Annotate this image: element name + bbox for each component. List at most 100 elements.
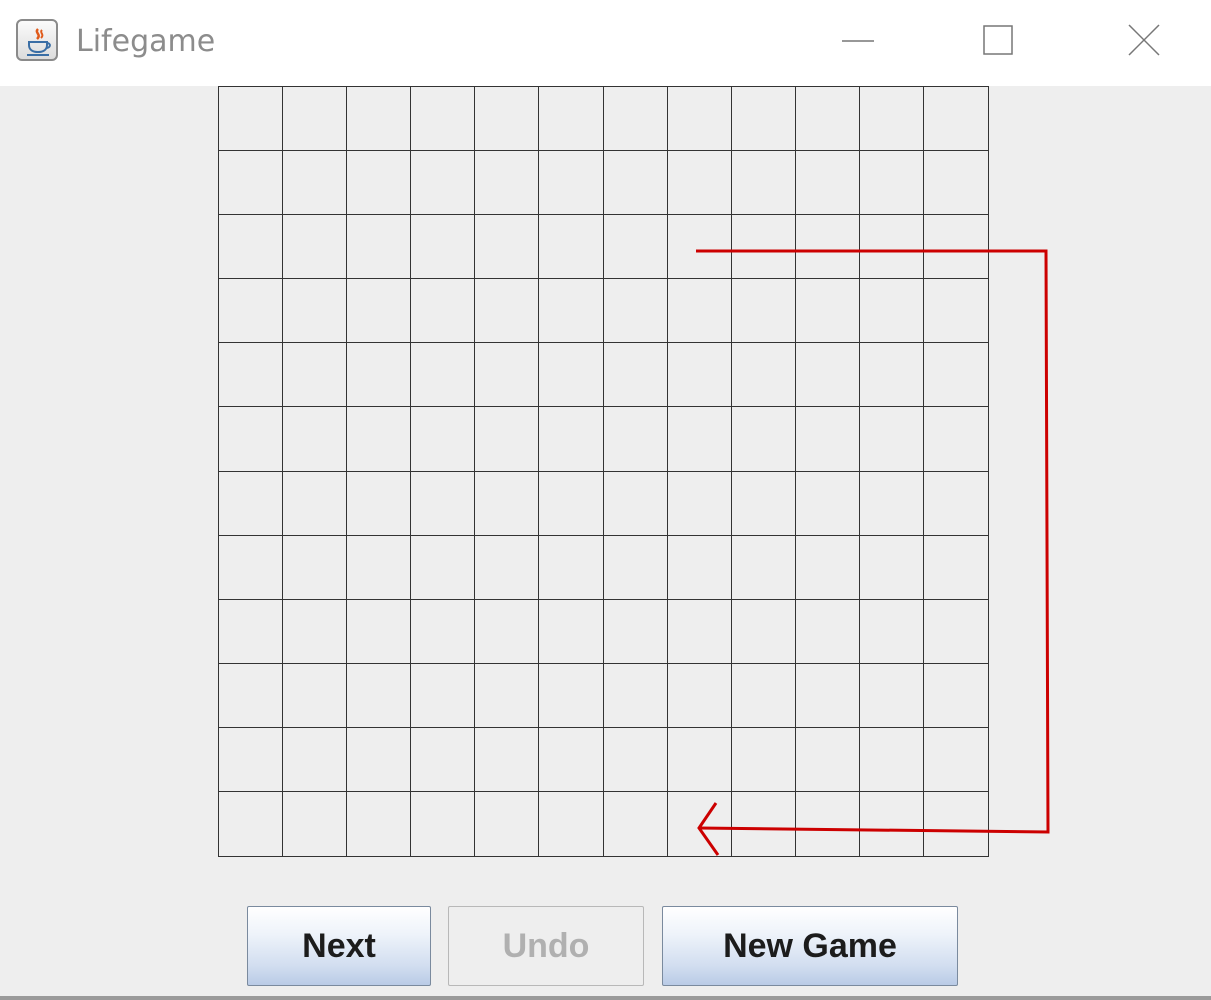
grid-cell[interactable] bbox=[219, 663, 284, 728]
grid-cell[interactable] bbox=[731, 471, 796, 536]
grid-cell[interactable] bbox=[219, 87, 284, 152]
grid-cell[interactable] bbox=[347, 279, 412, 344]
grid-cell[interactable] bbox=[283, 535, 348, 600]
grid-cell[interactable] bbox=[603, 407, 668, 472]
grid-cell[interactable] bbox=[411, 663, 476, 728]
grid-cell[interactable] bbox=[603, 471, 668, 536]
grid-cell[interactable] bbox=[283, 663, 348, 728]
grid-cell[interactable] bbox=[667, 727, 732, 792]
grid-cell[interactable] bbox=[603, 279, 668, 344]
grid-cell[interactable] bbox=[475, 791, 540, 856]
grid-cell[interactable] bbox=[411, 599, 476, 664]
life-grid[interactable] bbox=[218, 86, 989, 857]
grid-cell[interactable] bbox=[539, 343, 604, 408]
grid-cell[interactable] bbox=[859, 599, 924, 664]
grid-cell[interactable] bbox=[283, 407, 348, 472]
grid-cell[interactable] bbox=[475, 727, 540, 792]
grid-cell[interactable] bbox=[347, 791, 412, 856]
grid-cell[interactable] bbox=[731, 599, 796, 664]
grid-cell[interactable] bbox=[539, 599, 604, 664]
grid-cell[interactable] bbox=[731, 791, 796, 856]
grid-cell[interactable] bbox=[347, 87, 412, 152]
grid-cell[interactable] bbox=[859, 791, 924, 856]
grid-cell[interactable] bbox=[539, 407, 604, 472]
grid-cell[interactable] bbox=[795, 727, 860, 792]
grid-cell[interactable] bbox=[731, 535, 796, 600]
grid-cell[interactable] bbox=[667, 791, 732, 856]
next-button[interactable]: Next bbox=[247, 906, 431, 986]
grid-cell[interactable] bbox=[219, 471, 284, 536]
grid-cell[interactable] bbox=[219, 727, 284, 792]
grid-cell[interactable] bbox=[411, 215, 476, 280]
grid-cell[interactable] bbox=[731, 87, 796, 152]
grid-cell[interactable] bbox=[667, 663, 732, 728]
grid-cell[interactable] bbox=[667, 407, 732, 472]
grid-cell[interactable] bbox=[859, 215, 924, 280]
grid-cell[interactable] bbox=[347, 343, 412, 408]
grid-cell[interactable] bbox=[795, 663, 860, 728]
grid-cell[interactable] bbox=[347, 471, 412, 536]
grid-cell[interactable] bbox=[603, 87, 668, 152]
close-icon[interactable] bbox=[1121, 20, 1165, 64]
grid-cell[interactable] bbox=[539, 471, 604, 536]
grid-cell[interactable] bbox=[411, 471, 476, 536]
grid-cell[interactable] bbox=[667, 215, 732, 280]
grid-cell[interactable] bbox=[219, 599, 284, 664]
new-game-button[interactable]: New Game bbox=[662, 906, 958, 986]
grid-cell[interactable] bbox=[859, 407, 924, 472]
grid-cell[interactable] bbox=[667, 471, 732, 536]
grid-cell[interactable] bbox=[283, 343, 348, 408]
grid-cell[interactable] bbox=[411, 343, 476, 408]
grid-cell[interactable] bbox=[539, 279, 604, 344]
grid-cell[interactable] bbox=[923, 407, 988, 472]
grid-cell[interactable] bbox=[859, 343, 924, 408]
grid-cell[interactable] bbox=[283, 727, 348, 792]
grid-cell[interactable] bbox=[411, 279, 476, 344]
grid-cell[interactable] bbox=[923, 791, 988, 856]
grid-cell[interactable] bbox=[539, 87, 604, 152]
grid-cell[interactable] bbox=[411, 151, 476, 216]
grid-cell[interactable] bbox=[795, 407, 860, 472]
grid-cell[interactable] bbox=[347, 663, 412, 728]
grid-cell[interactable] bbox=[347, 599, 412, 664]
maximize-icon[interactable] bbox=[976, 20, 1020, 64]
grid-cell[interactable] bbox=[795, 87, 860, 152]
grid-cell[interactable] bbox=[475, 215, 540, 280]
minimize-icon[interactable] bbox=[842, 20, 886, 64]
grid-cell[interactable] bbox=[795, 471, 860, 536]
grid-cell[interactable] bbox=[731, 407, 796, 472]
grid-cell[interactable] bbox=[859, 151, 924, 216]
grid-cell[interactable] bbox=[347, 535, 412, 600]
grid-cell[interactable] bbox=[539, 663, 604, 728]
grid-cell[interactable] bbox=[283, 471, 348, 536]
grid-cell[interactable] bbox=[475, 535, 540, 600]
grid-cell[interactable] bbox=[283, 215, 348, 280]
grid-cell[interactable] bbox=[603, 535, 668, 600]
grid-cell[interactable] bbox=[603, 151, 668, 216]
grid-cell[interactable] bbox=[283, 599, 348, 664]
grid-cell[interactable] bbox=[603, 215, 668, 280]
grid-cell[interactable] bbox=[603, 791, 668, 856]
grid-cell[interactable] bbox=[475, 663, 540, 728]
grid-cell[interactable] bbox=[731, 215, 796, 280]
grid-cell[interactable] bbox=[667, 599, 732, 664]
grid-cell[interactable] bbox=[923, 215, 988, 280]
grid-cell[interactable] bbox=[347, 215, 412, 280]
grid-cell[interactable] bbox=[411, 727, 476, 792]
grid-cell[interactable] bbox=[731, 279, 796, 344]
grid-cell[interactable] bbox=[219, 151, 284, 216]
grid-cell[interactable] bbox=[603, 343, 668, 408]
grid-cell[interactable] bbox=[923, 343, 988, 408]
grid-cell[interactable] bbox=[667, 151, 732, 216]
grid-cell[interactable] bbox=[603, 727, 668, 792]
grid-cell[interactable] bbox=[283, 87, 348, 152]
grid-cell[interactable] bbox=[923, 279, 988, 344]
grid-cell[interactable] bbox=[219, 791, 284, 856]
grid-cell[interactable] bbox=[475, 407, 540, 472]
grid-cell[interactable] bbox=[219, 535, 284, 600]
grid-cell[interactable] bbox=[219, 407, 284, 472]
grid-cell[interactable] bbox=[347, 151, 412, 216]
grid-cell[interactable] bbox=[923, 663, 988, 728]
grid-cell[interactable] bbox=[539, 727, 604, 792]
grid-cell[interactable] bbox=[923, 535, 988, 600]
